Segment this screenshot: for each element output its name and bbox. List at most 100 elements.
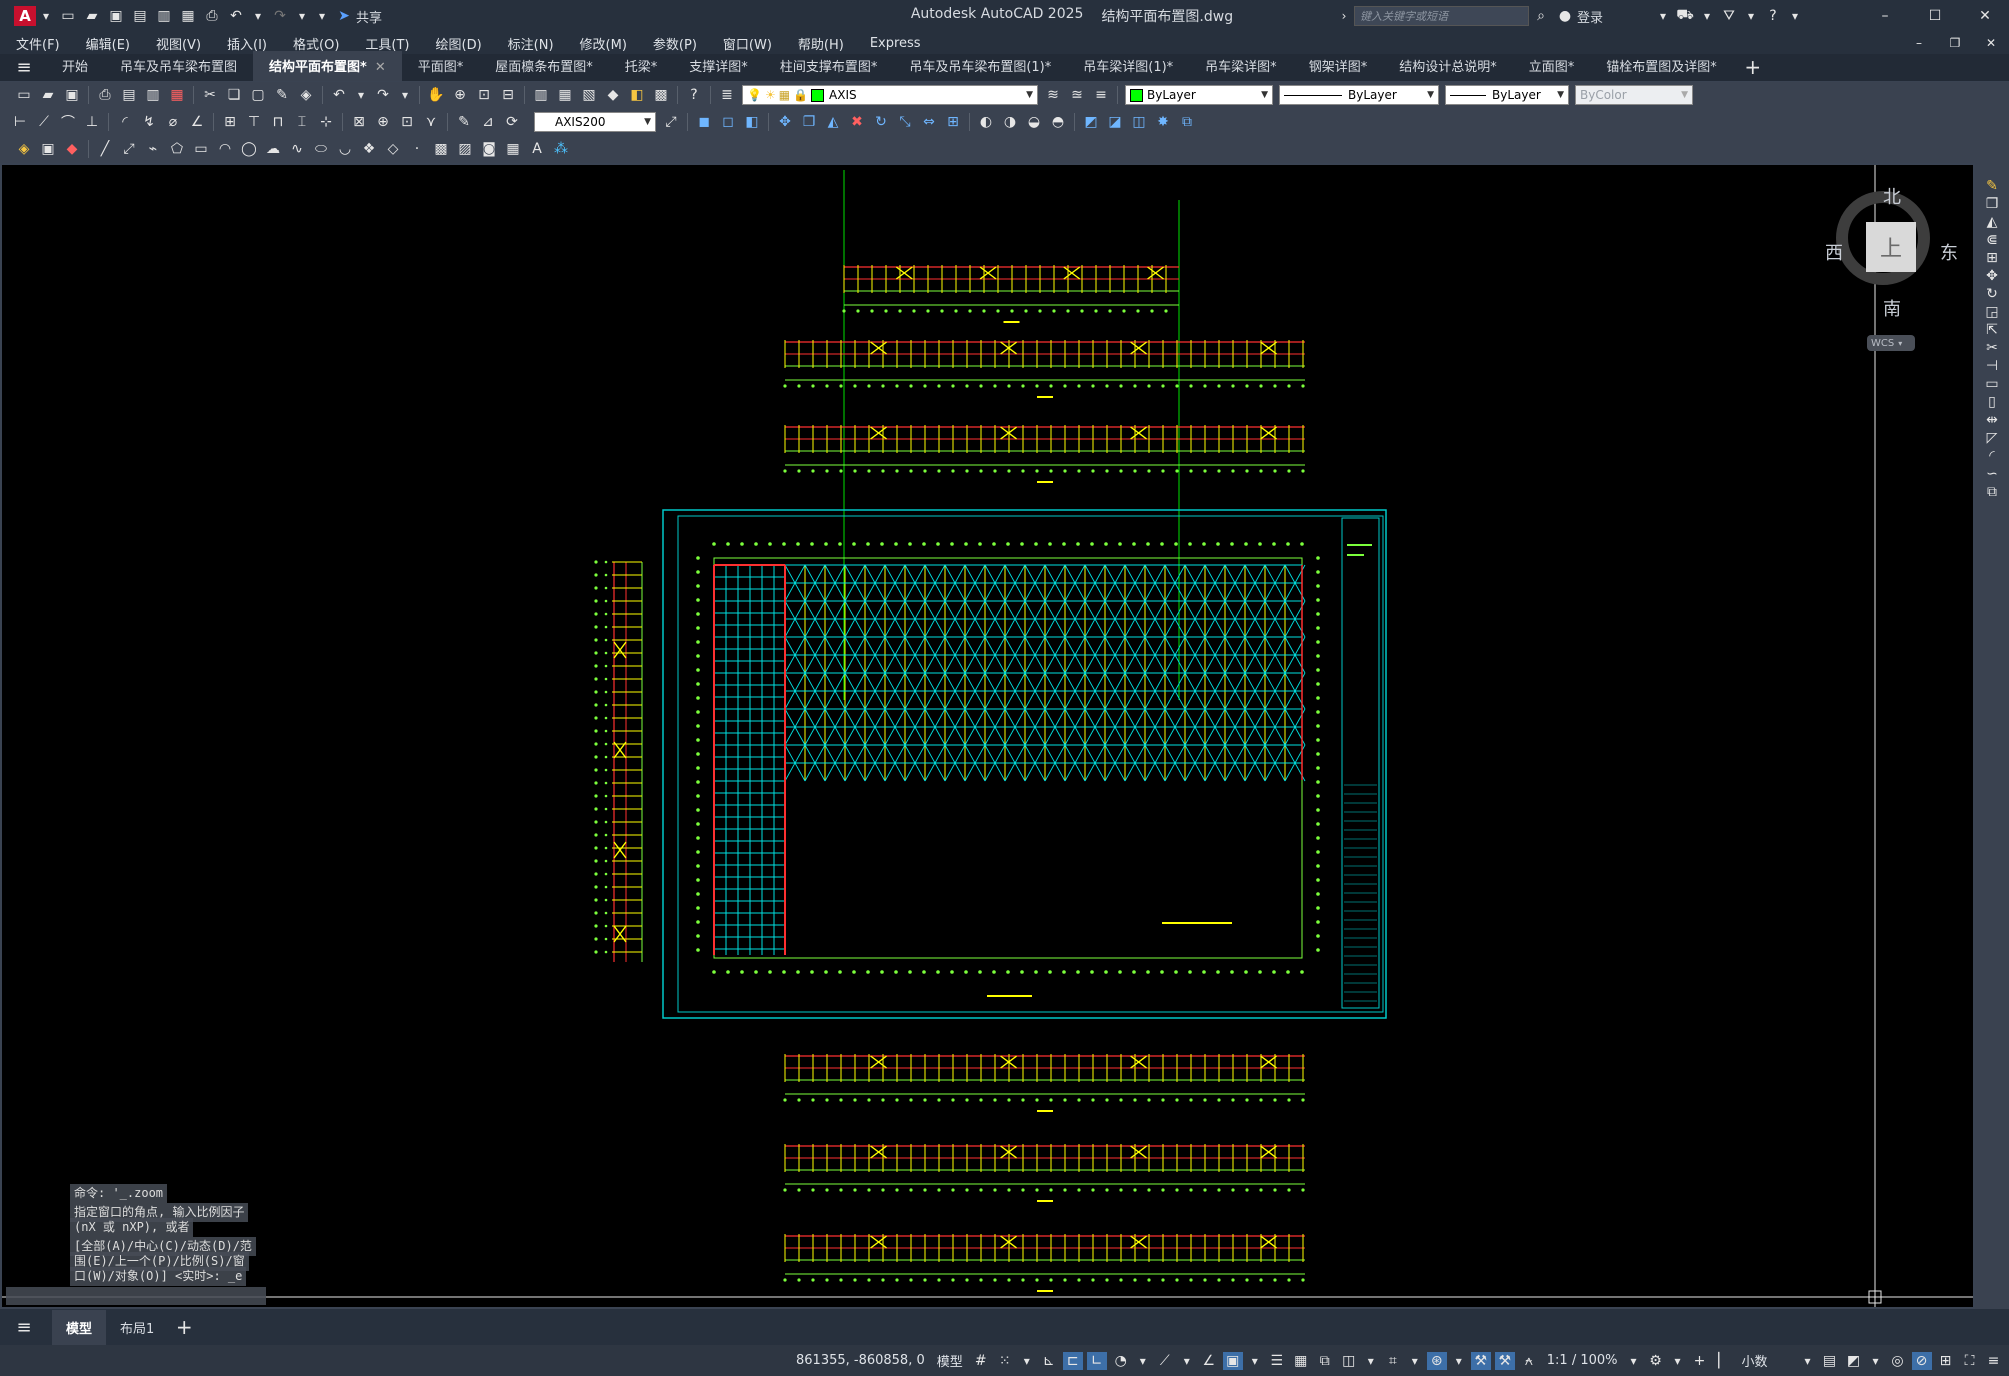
minimize-icon[interactable]: – <box>1875 7 1895 25</box>
quick-properties-icon[interactable]: ▤ <box>1820 1352 1840 1370</box>
export-icon[interactable]: ▥ <box>154 7 174 25</box>
workspace-gear-icon[interactable]: ⚙ <box>1646 1352 1666 1370</box>
object-snap-icon[interactable]: ▣ <box>1222 1351 1243 1370</box>
layer-dropdown[interactable]: 💡 ☀ ▦ 🔒 AXIS ▼ <box>742 85 1038 105</box>
new-file-icon[interactable]: ▭ <box>58 7 78 25</box>
viewcube-south[interactable]: 南 <box>1883 295 1901 321</box>
tab-layout1[interactable]: 布局1 <box>106 1310 168 1345</box>
mtext-icon[interactable]: A <box>527 140 547 158</box>
trim-icon[interactable]: ◐ <box>976 113 996 131</box>
close-tab-icon[interactable]: ✕ <box>375 60 386 75</box>
dim-radius-icon[interactable]: ◜ <box>115 113 135 131</box>
nav-array-icon[interactable]: ⊞ <box>1982 249 2002 267</box>
nav-scale-icon[interactable]: ◲ <box>1982 303 2002 321</box>
save-tool-icon[interactable]: ▣ <box>62 86 82 104</box>
nav-blend-icon[interactable]: ∽ <box>1982 465 2002 483</box>
login-button[interactable]: 登录 <box>1577 7 1603 26</box>
markup-icon[interactable]: ◧ <box>627 86 647 104</box>
layer-properties-icon[interactable]: ≣ <box>717 86 737 104</box>
dim-text-edit-icon[interactable]: ⊿ <box>478 113 498 131</box>
object-snap-dropdown-icon[interactable]: ▾ <box>1247 1352 1263 1370</box>
nav-stretch-icon[interactable]: ⇱ <box>1982 321 2002 339</box>
snap-icon[interactable]: ⁙ <box>995 1352 1015 1370</box>
nav-erase-icon[interactable]: ✎ <box>1982 177 2002 195</box>
view-bottom-icon[interactable]: ◻ <box>718 113 738 131</box>
viewcube-north[interactable]: 北 <box>1883 183 1901 209</box>
isolate-objects-icon[interactable]: ◎ <box>1888 1352 1908 1370</box>
fillet-icon[interactable]: ◪ <box>1105 113 1125 131</box>
tolerance-icon[interactable]: ⊠ <box>349 113 369 131</box>
polar-tracking-icon[interactable]: ◔ <box>1111 1352 1131 1370</box>
search-icon[interactable]: ⌕ <box>1531 7 1551 25</box>
undo-tool-dropdown-icon[interactable]: ▾ <box>353 86 369 104</box>
workspace-dropdown-icon[interactable]: ▾ <box>1670 1352 1686 1370</box>
menu-parametric[interactable]: 参数(P) <box>640 34 710 53</box>
annotation-scale-value[interactable]: 1:1 / 100% <box>1547 1353 1618 1368</box>
help-icon[interactable]: ? <box>1763 7 1783 25</box>
publish-tool-icon[interactable]: ▥ <box>143 86 163 104</box>
zoom-previous-icon[interactable]: ⊟ <box>498 86 518 104</box>
dim-linear-icon[interactable]: ⊢ <box>10 113 30 131</box>
dynamic-input-icon[interactable]: ⊏ <box>1062 1351 1083 1370</box>
graphics-performance-icon[interactable]: ⊘ <box>1911 1351 1932 1370</box>
file-tab[interactable]: 结构平面布置图* ✕ <box>253 51 402 81</box>
nav-chamfer-icon[interactable]: ◸ <box>1982 429 2002 447</box>
layer-on-icon[interactable]: 💡 <box>747 88 762 102</box>
status-menu-icon[interactable]: ≡ <box>1984 1352 2004 1370</box>
nav-copy-icon[interactable]: ❐ <box>1982 195 2002 213</box>
dimstyle-dropdown[interactable]: AXIS200 ▼ <box>534 111 656 132</box>
arc-icon[interactable]: ◠ <box>215 140 235 158</box>
layer-freeze-icon[interactable]: ☀ <box>765 88 776 102</box>
new-tab-plus-icon[interactable]: + <box>1743 55 1763 79</box>
file-tab[interactable]: 吊车及吊车梁布置图 <box>104 51 253 81</box>
rectangle-icon[interactable]: ▭ <box>191 140 211 158</box>
doc-restore-icon[interactable]: ❐ <box>1947 34 1963 52</box>
insert-block-icon[interactable]: ❖ <box>359 140 379 158</box>
zoom-realtime-icon[interactable]: ⊕ <box>450 86 470 104</box>
nav-offset-icon[interactable]: ⋐ <box>1982 231 2002 249</box>
selection-filter-icon[interactable]: ⊛ <box>1426 1351 1447 1370</box>
make-current-layer-icon[interactable]: ≋ <box>1043 86 1063 104</box>
publish-icon[interactable]: ▦ <box>178 7 198 25</box>
cart-icon[interactable]: ⛟ <box>1675 7 1695 25</box>
line-icon[interactable]: ╱ <box>95 140 115 158</box>
dim-jogged-icon[interactable]: ↯ <box>139 113 159 131</box>
plot-icon[interactable]: ⎙ <box>202 7 222 25</box>
qnew-icon[interactable]: ▭ <box>14 86 34 104</box>
nav-trim-icon[interactable]: ✂ <box>1982 339 2002 357</box>
match-prop-icon[interactable]: ✎ <box>272 86 292 104</box>
model-space-button[interactable]: 模型 <box>937 1351 963 1370</box>
dim-edit-icon[interactable]: ✎ <box>454 113 474 131</box>
3d-osnap-icon[interactable]: ◫ <box>1339 1352 1359 1370</box>
isodraft-dropdown-icon[interactable]: ▾ <box>1179 1352 1195 1370</box>
nav-extend-icon[interactable]: ⊣ <box>1982 357 2002 375</box>
open-folder-icon[interactable]: ▰ <box>82 7 102 25</box>
calculator-icon[interactable]: ▩ <box>651 86 671 104</box>
menu-file[interactable]: 文件(F) <box>0 34 73 53</box>
dim-angular-icon[interactable]: ∠ <box>187 113 207 131</box>
add-layout-plus-icon[interactable]: + <box>174 1315 194 1339</box>
share-button[interactable]: 共享 <box>356 7 382 26</box>
cut-icon[interactable]: ✂ <box>200 86 220 104</box>
viewcube-east[interactable]: 东 <box>1940 239 1958 265</box>
help-tool-icon[interactable]: ? <box>684 86 704 104</box>
menu-view[interactable]: 视图(V) <box>143 34 214 53</box>
rotate-icon[interactable]: ↻ <box>871 113 891 131</box>
copy-obj-icon[interactable]: ❐ <box>799 113 819 131</box>
dim-diameter-icon[interactable]: ⌀ <box>163 113 183 131</box>
polygon-icon[interactable]: ⬠ <box>167 140 187 158</box>
3d-osnap-dropdown-icon[interactable]: ▾ <box>1363 1352 1379 1370</box>
annotation-monitor-icon[interactable]: ▏ <box>1714 1352 1734 1370</box>
quick-dim-icon[interactable]: ⊞ <box>220 113 240 131</box>
spline-icon[interactable]: ∿ <box>287 140 307 158</box>
tab-model[interactable]: 模型 <box>52 1309 107 1345</box>
menu-dimension[interactable]: 标注(N) <box>495 34 567 53</box>
file-tab[interactable]: 吊车梁详图* <box>1189 51 1293 81</box>
menu-tools[interactable]: 工具(T) <box>352 34 422 53</box>
customize-qat-icon[interactable]: ▾ <box>314 7 330 25</box>
dynamic-ucs-icon[interactable]: ⌗ <box>1383 1352 1403 1370</box>
revcloud-icon[interactable]: ☁ <box>263 140 283 158</box>
file-tab[interactable]: 屋面檩条布置图* <box>479 51 609 81</box>
undo-dropdown-icon[interactable]: ▾ <box>250 7 266 25</box>
annotation-visibility-icon[interactable]: ⚒ <box>1470 1351 1491 1370</box>
